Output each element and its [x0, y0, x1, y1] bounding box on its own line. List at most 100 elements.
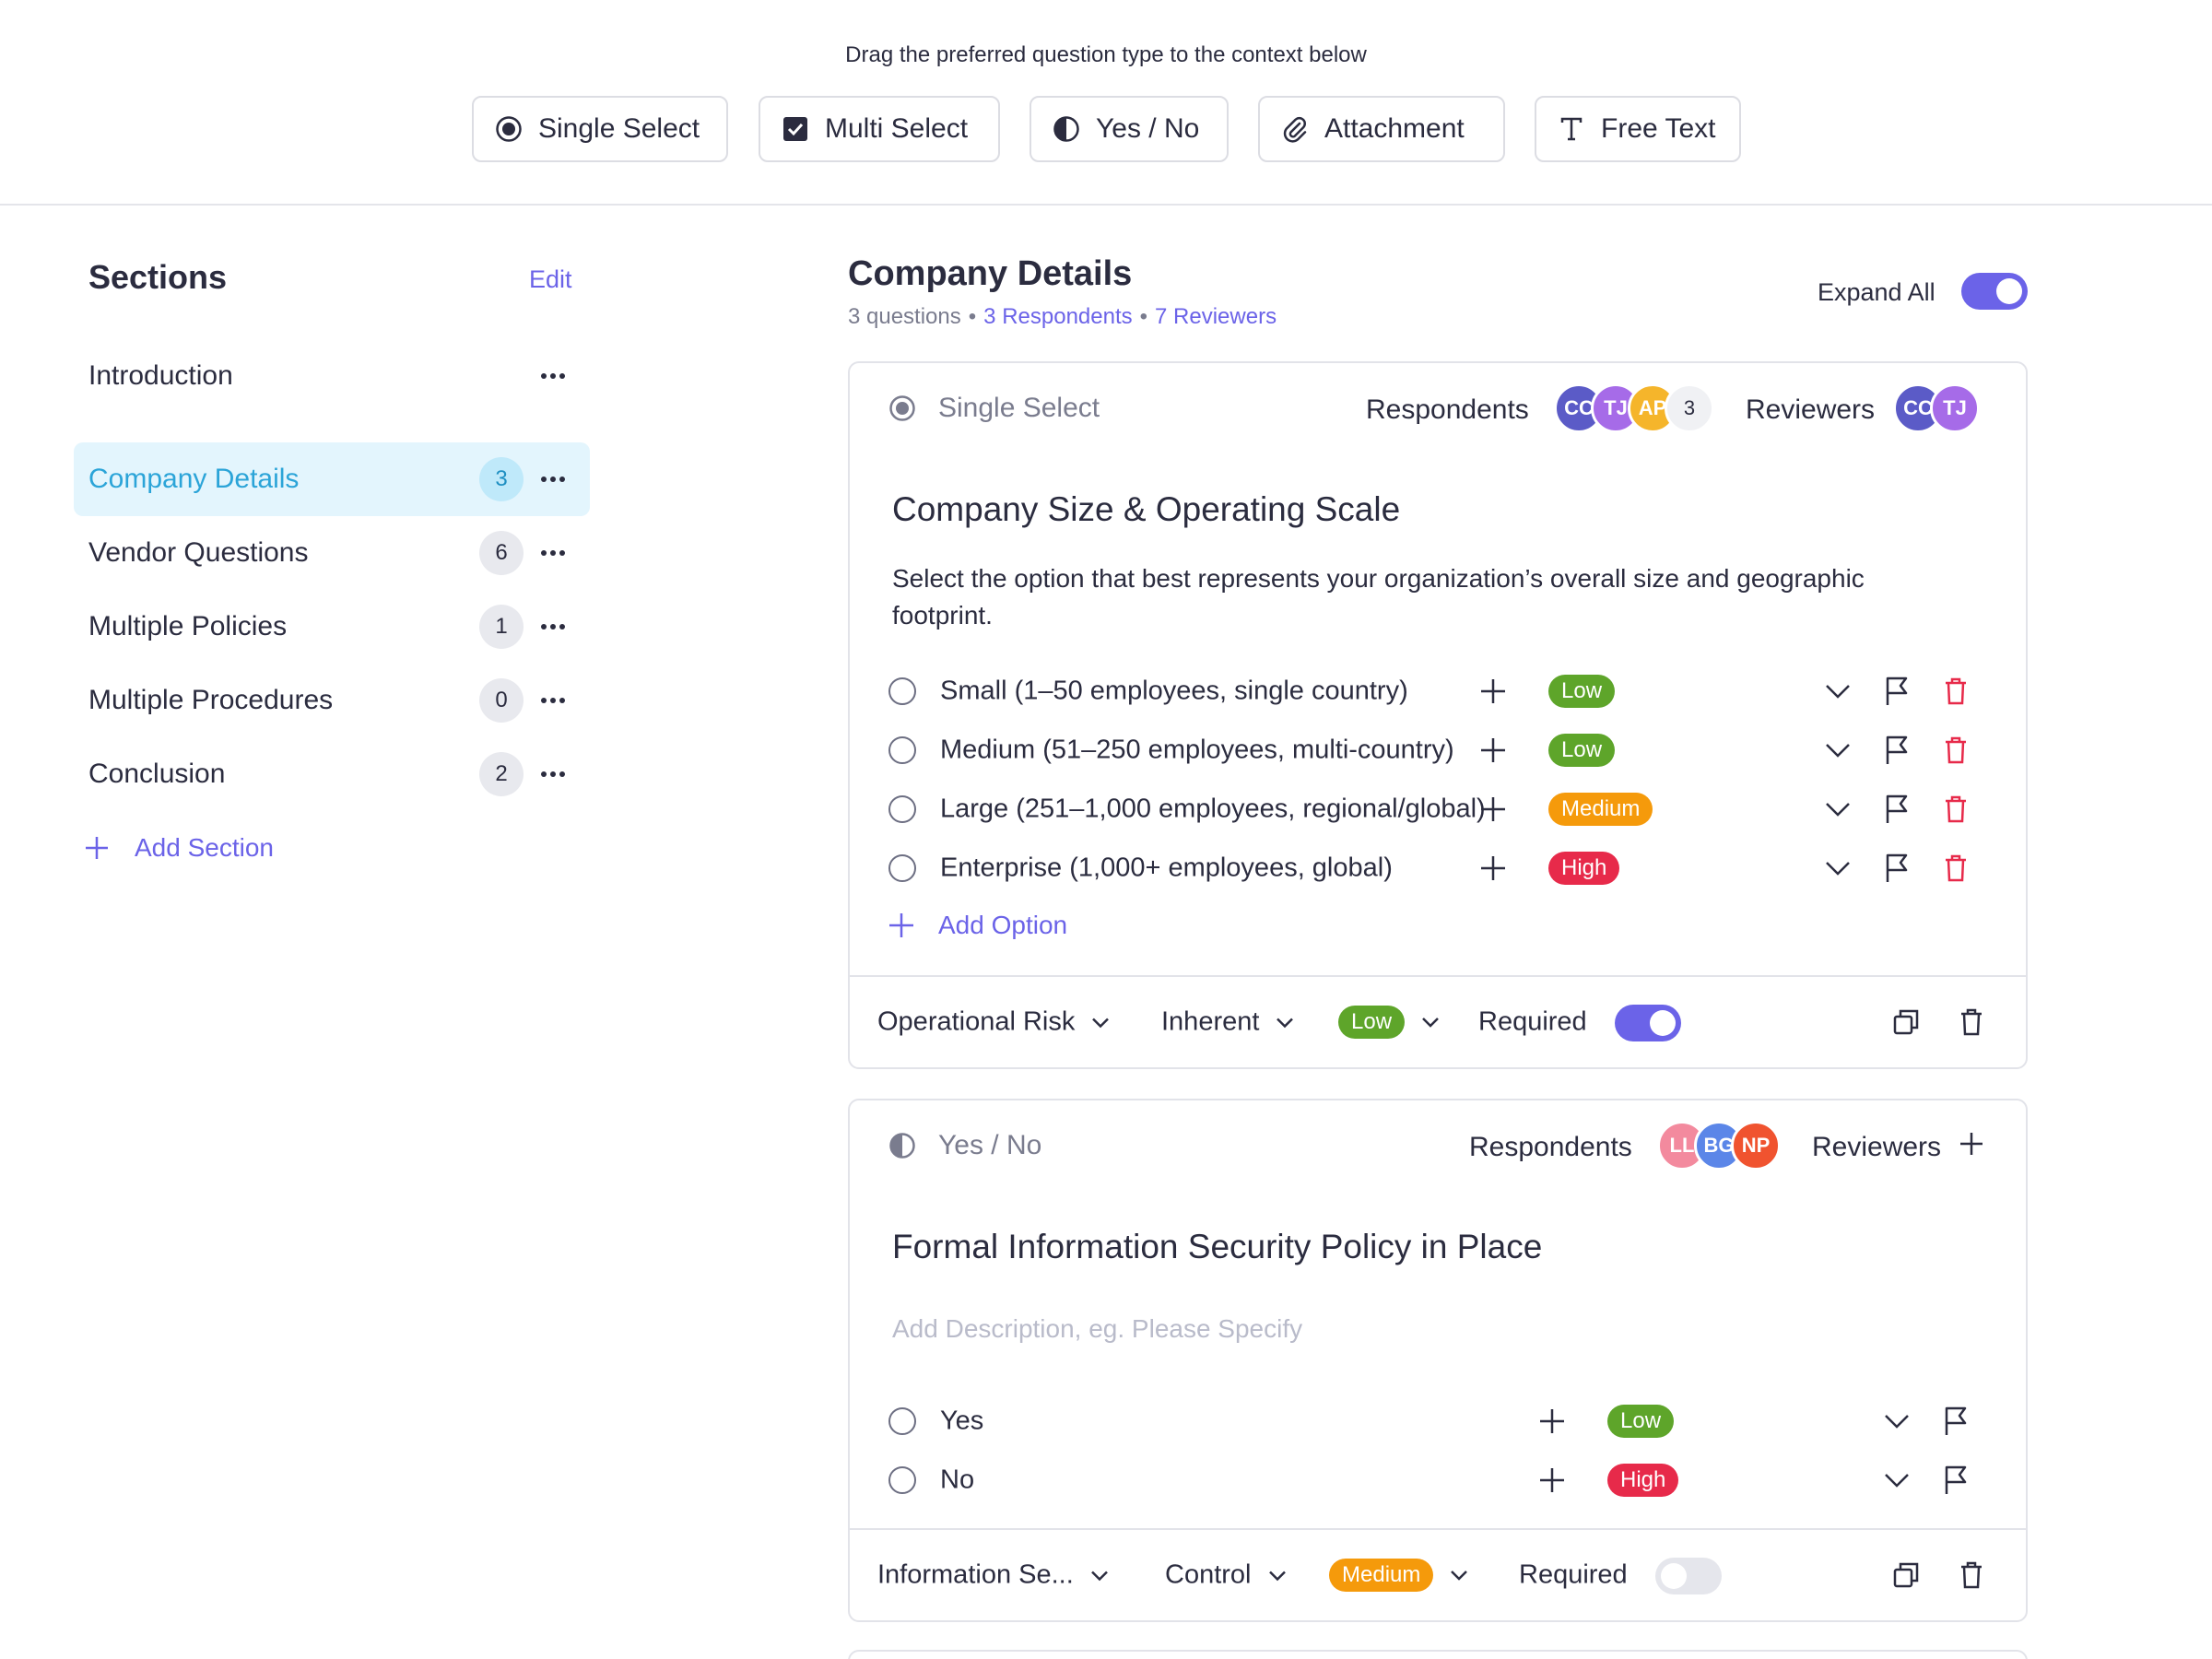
option-radio[interactable] — [888, 677, 916, 705]
question-footer: Information Se... Control Medium Require… — [850, 1528, 2026, 1620]
respondents-link[interactable]: 3 Respondents — [983, 304, 1132, 330]
sidebar-item-introduction[interactable]: Introduction — [74, 339, 590, 413]
flag-icon[interactable] — [1941, 1465, 1971, 1495]
respondents-avatars[interactable]: LL BG NP — [1657, 1121, 1781, 1171]
plus-icon[interactable] — [1537, 1465, 1567, 1495]
option-radio[interactable] — [888, 795, 916, 823]
risk-level-dropdown[interactable]: Low — [1338, 1006, 1440, 1039]
flag-icon[interactable] — [1882, 735, 1912, 765]
chevron-down-icon[interactable] — [1882, 1406, 1912, 1436]
flag-icon[interactable] — [1941, 1406, 1971, 1436]
option-radio[interactable] — [888, 736, 916, 764]
more-options-icon[interactable] — [538, 759, 568, 789]
attachment-type-button[interactable]: Attachment — [1258, 96, 1505, 162]
yes-no-type-button[interactable]: Yes / No — [1030, 96, 1229, 162]
option-label[interactable]: Medium (51–250 employees, multi-country) — [940, 735, 1454, 766]
trash-icon[interactable] — [1941, 677, 1971, 706]
option-label[interactable]: Yes — [940, 1406, 983, 1437]
add-section-button[interactable]: Add Section — [85, 833, 274, 863]
sidebar-item-vendor-questions[interactable]: Vendor Questions 6 — [74, 516, 590, 590]
question-type-label: Single Select — [938, 393, 1100, 423]
option-radio[interactable] — [888, 854, 916, 882]
more-options-icon[interactable] — [538, 361, 568, 391]
multi-select-type-button[interactable]: Multi Select — [759, 96, 1000, 162]
chevron-down-icon[interactable] — [1882, 1465, 1912, 1495]
risk-badge: High — [1548, 852, 1620, 885]
radio-icon — [888, 394, 916, 422]
question-title[interactable]: Formal Information Security Policy in Pl… — [892, 1228, 1542, 1266]
chevron-down-icon[interactable] — [1823, 735, 1853, 765]
question-title[interactable]: Company Size & Operating Scale — [892, 490, 1400, 529]
more-respondents-count: 3 — [1665, 383, 1714, 433]
free-text-type-button[interactable]: Free Text — [1535, 96, 1741, 162]
required-toggle[interactable] — [1615, 1005, 1681, 1041]
delete-question-icon[interactable] — [1959, 1561, 1983, 1589]
option-label[interactable]: No — [940, 1465, 974, 1496]
risk-level-dropdown[interactable]: Medium — [1329, 1559, 1468, 1592]
flag-icon[interactable] — [1882, 677, 1912, 706]
more-options-icon[interactable] — [538, 686, 568, 715]
single-select-type-button[interactable]: Single Select — [472, 96, 728, 162]
chevron-down-icon — [1450, 1569, 1468, 1582]
risk-category-dropdown[interactable]: Operational Risk — [877, 1007, 1110, 1038]
trash-icon[interactable] — [1941, 735, 1971, 765]
sidebar-item-label: Multiple Policies — [88, 611, 288, 641]
duplicate-icon[interactable] — [1893, 1562, 1919, 1588]
option-row: Yes Low — [888, 1401, 1994, 1441]
expand-all-toggle[interactable] — [1961, 273, 2028, 310]
option-radio[interactable] — [888, 1466, 916, 1494]
trash-icon[interactable] — [1941, 853, 1971, 883]
multi-select-type-label: Multi Select — [825, 113, 969, 144]
option-label[interactable]: Enterprise (1,000+ employees, global) — [940, 853, 1393, 884]
plus-icon[interactable] — [1478, 677, 1508, 706]
option-label[interactable]: Small (1–50 employees, single country) — [940, 677, 1408, 707]
more-options-icon[interactable] — [538, 465, 568, 494]
half-circle-icon — [1052, 114, 1081, 144]
more-options-icon[interactable] — [538, 538, 568, 568]
risk-type-dropdown[interactable]: Inherent — [1161, 1007, 1294, 1038]
respondents-avatars[interactable]: CC TJ AP 3 — [1554, 383, 1714, 433]
yes-no-type-label: Yes / No — [1096, 113, 1200, 144]
flag-icon[interactable] — [1882, 794, 1912, 824]
option-radio[interactable] — [888, 1407, 916, 1435]
more-options-icon[interactable] — [538, 612, 568, 641]
avatar: NP — [1731, 1121, 1781, 1171]
trash-icon[interactable] — [1941, 794, 1971, 824]
chevron-down-icon[interactable] — [1823, 853, 1853, 883]
avatar: TJ — [1930, 383, 1980, 433]
sidebar-item-label: Conclusion — [88, 759, 226, 789]
chevron-down-icon[interactable] — [1823, 677, 1853, 706]
plus-icon[interactable] — [1478, 794, 1508, 824]
flag-icon[interactable] — [1882, 853, 1912, 883]
plus-icon[interactable] — [1478, 735, 1508, 765]
questions-count: 3 questions — [848, 304, 961, 329]
chevron-down-icon[interactable] — [1823, 794, 1853, 824]
duplicate-icon[interactable] — [1893, 1009, 1919, 1035]
risk-type-dropdown[interactable]: Control — [1165, 1560, 1287, 1591]
sidebar-item-multiple-procedures[interactable]: Multiple Procedures 0 — [74, 664, 590, 737]
risk-badge: Medium — [1548, 793, 1653, 826]
question-count-badge: 2 — [479, 752, 524, 796]
option-row: Large (251–1,000 employees, regional/glo… — [888, 789, 1994, 830]
add-reviewer-icon[interactable] — [1959, 1132, 1983, 1156]
sidebar-item-company-details[interactable]: Company Details 3 — [74, 442, 590, 516]
meta-separator: • — [968, 304, 977, 329]
risk-category-dropdown[interactable]: Information Se... — [877, 1560, 1109, 1591]
delete-question-icon[interactable] — [1959, 1008, 1983, 1036]
checkbox-icon — [781, 114, 810, 144]
add-option-button[interactable]: Add Option — [888, 911, 1067, 940]
reviewers-avatars[interactable]: CC TJ — [1893, 383, 1980, 433]
required-toggle[interactable] — [1655, 1558, 1722, 1594]
plus-icon[interactable] — [1537, 1406, 1567, 1436]
add-section-label: Add Section — [135, 833, 274, 862]
reviewers-link[interactable]: 7 Reviewers — [1155, 304, 1277, 330]
question-description-placeholder[interactable]: Add Description, eg. Please Specify — [892, 1311, 1952, 1347]
question-description[interactable]: Select the option that best represents y… — [892, 560, 1952, 634]
sidebar-item-conclusion[interactable]: Conclusion 2 — [74, 737, 590, 811]
edit-sections-link[interactable]: Edit — [529, 265, 572, 294]
risk-badge: High — [1607, 1464, 1679, 1497]
question-footer: Operational Risk Inherent Low Required — [850, 975, 2026, 1067]
plus-icon[interactable] — [1478, 853, 1508, 883]
sidebar-item-multiple-policies[interactable]: Multiple Policies 1 — [74, 590, 590, 664]
option-label[interactable]: Large (251–1,000 employees, regional/glo… — [940, 794, 1486, 825]
